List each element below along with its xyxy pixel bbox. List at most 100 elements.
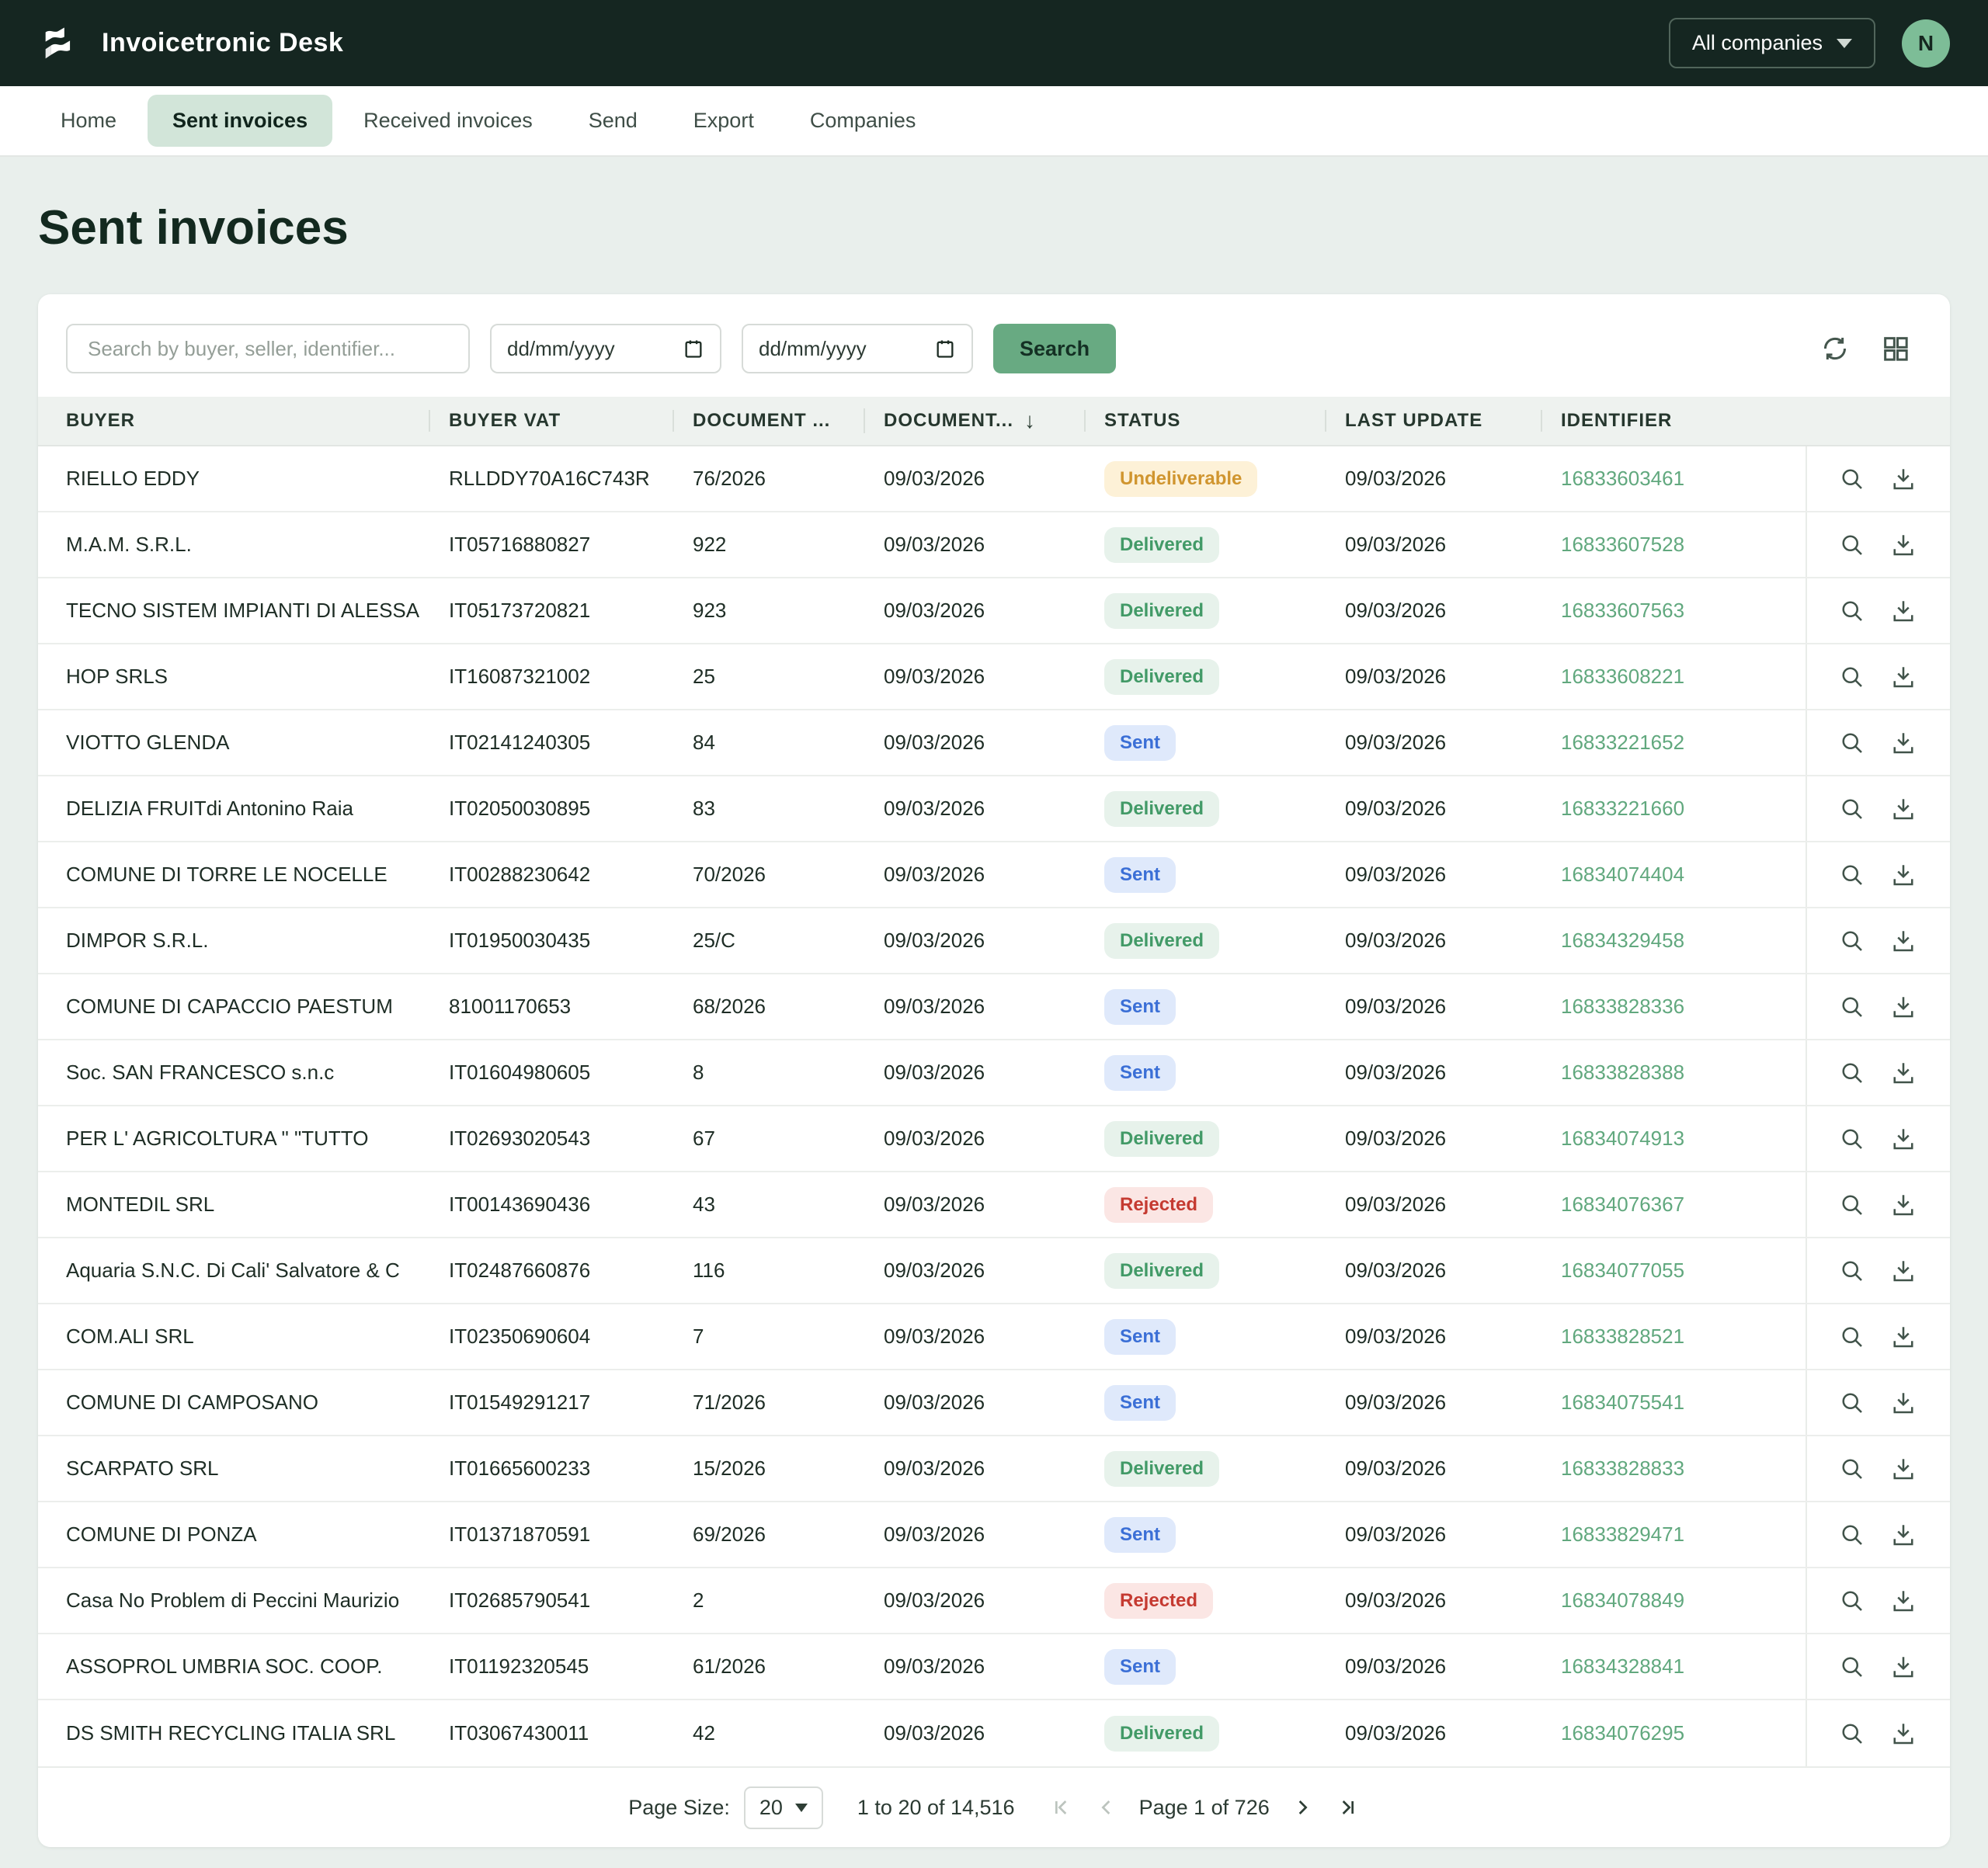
identifier-link[interactable]: 16834328841 bbox=[1541, 1654, 1806, 1679]
status-cell: Delivered bbox=[1084, 1253, 1325, 1289]
download-icon[interactable] bbox=[1889, 993, 1917, 1021]
status-badge: Rejected bbox=[1104, 1187, 1213, 1223]
status-cell: Sent bbox=[1084, 857, 1325, 893]
document-number-cell: 69/2026 bbox=[673, 1523, 864, 1547]
document-number-cell: 116 bbox=[673, 1259, 864, 1283]
view-details-magnifier-icon[interactable] bbox=[1838, 729, 1866, 757]
view-details-magnifier-icon[interactable] bbox=[1838, 663, 1866, 691]
view-details-magnifier-icon[interactable] bbox=[1838, 1257, 1866, 1285]
nav-item-home[interactable]: Home bbox=[36, 95, 141, 147]
column-header-buyer[interactable]: BUYER bbox=[66, 410, 429, 432]
download-icon[interactable] bbox=[1889, 1455, 1917, 1483]
nav-item-received-invoices[interactable]: Received invoices bbox=[339, 95, 558, 147]
download-icon[interactable] bbox=[1889, 1521, 1917, 1549]
identifier-link[interactable]: 16833828388 bbox=[1541, 1061, 1806, 1085]
download-icon[interactable] bbox=[1889, 1257, 1917, 1285]
view-details-magnifier-icon[interactable] bbox=[1838, 1521, 1866, 1549]
identifier-link[interactable]: 16834076295 bbox=[1541, 1721, 1806, 1745]
view-details-magnifier-icon[interactable] bbox=[1838, 795, 1866, 823]
download-icon[interactable] bbox=[1889, 927, 1917, 955]
columns-grid-icon[interactable] bbox=[1880, 333, 1911, 364]
column-header-document-number[interactable]: DOCUMENT ... bbox=[673, 410, 864, 432]
view-details-magnifier-icon[interactable] bbox=[1838, 1191, 1866, 1219]
document-date-cell: 09/03/2026 bbox=[864, 1588, 1084, 1613]
download-icon[interactable] bbox=[1889, 1720, 1917, 1748]
document-number-cell: 8 bbox=[673, 1061, 864, 1085]
view-details-magnifier-icon[interactable] bbox=[1838, 597, 1866, 625]
view-details-magnifier-icon[interactable] bbox=[1838, 927, 1866, 955]
download-icon[interactable] bbox=[1889, 795, 1917, 823]
column-header-document-date[interactable]: DOCUMENT... ↓ bbox=[864, 408, 1084, 433]
table-footer: Page Size: 20 1 to 20 of 14,516 bbox=[38, 1766, 1950, 1847]
download-icon[interactable] bbox=[1889, 1323, 1917, 1351]
identifier-link[interactable]: 16834075541 bbox=[1541, 1391, 1806, 1415]
identifier-link[interactable]: 16834077055 bbox=[1541, 1259, 1806, 1283]
download-icon[interactable] bbox=[1889, 729, 1917, 757]
identifier-link[interactable]: 16834074913 bbox=[1541, 1127, 1806, 1151]
identifier-link[interactable]: 16834074404 bbox=[1541, 863, 1806, 887]
identifier-link[interactable]: 16833603461 bbox=[1541, 467, 1806, 491]
download-icon[interactable] bbox=[1889, 1653, 1917, 1681]
identifier-link[interactable]: 16833607563 bbox=[1541, 599, 1806, 623]
buyer-vat-cell: IT01549291217 bbox=[429, 1391, 673, 1415]
download-icon[interactable] bbox=[1889, 1191, 1917, 1219]
company-switcher[interactable]: All companies bbox=[1669, 18, 1875, 68]
buyer-vat-cell: IT01950030435 bbox=[429, 929, 673, 953]
nav-item-export[interactable]: Export bbox=[669, 95, 779, 147]
download-icon[interactable] bbox=[1889, 861, 1917, 889]
identifier-link[interactable]: 16834078849 bbox=[1541, 1588, 1806, 1613]
column-header-identifier[interactable]: IDENTIFIER bbox=[1541, 410, 1806, 432]
view-details-magnifier-icon[interactable] bbox=[1838, 1059, 1866, 1087]
date-from-field[interactable]: dd/mm/yyyy bbox=[490, 324, 721, 373]
avatar[interactable]: N bbox=[1902, 19, 1950, 68]
identifier-link[interactable]: 16833828521 bbox=[1541, 1325, 1806, 1349]
view-details-magnifier-icon[interactable] bbox=[1838, 1587, 1866, 1615]
view-details-magnifier-icon[interactable] bbox=[1838, 1455, 1866, 1483]
refresh-icon[interactable] bbox=[1819, 333, 1851, 364]
identifier-link[interactable]: 16833221660 bbox=[1541, 797, 1806, 821]
view-details-magnifier-icon[interactable] bbox=[1838, 1720, 1866, 1748]
view-details-magnifier-icon[interactable] bbox=[1838, 1125, 1866, 1153]
previous-page-button[interactable] bbox=[1094, 1795, 1119, 1820]
view-details-magnifier-icon[interactable] bbox=[1838, 1389, 1866, 1417]
column-header-status[interactable]: STATUS bbox=[1084, 410, 1325, 432]
next-page-button[interactable] bbox=[1290, 1795, 1315, 1820]
document-date-cell: 09/03/2026 bbox=[864, 1259, 1084, 1283]
last-page-button[interactable] bbox=[1335, 1795, 1360, 1820]
page-size-select[interactable]: 20 bbox=[744, 1786, 823, 1829]
document-date-cell: 09/03/2026 bbox=[864, 797, 1084, 821]
identifier-link[interactable]: 16834329458 bbox=[1541, 929, 1806, 953]
identifier-link[interactable]: 16834076367 bbox=[1541, 1193, 1806, 1217]
date-to-field[interactable]: dd/mm/yyyy bbox=[742, 324, 973, 373]
download-icon[interactable] bbox=[1889, 1059, 1917, 1087]
view-details-magnifier-icon[interactable] bbox=[1838, 993, 1866, 1021]
download-icon[interactable] bbox=[1889, 1389, 1917, 1417]
download-icon[interactable] bbox=[1889, 531, 1917, 559]
view-details-magnifier-icon[interactable] bbox=[1838, 1653, 1866, 1681]
column-header-buyer-vat[interactable]: BUYER VAT bbox=[429, 410, 673, 432]
download-icon[interactable] bbox=[1889, 465, 1917, 493]
view-details-magnifier-icon[interactable] bbox=[1838, 465, 1866, 493]
document-date-cell: 09/03/2026 bbox=[864, 863, 1084, 887]
search-input[interactable] bbox=[66, 324, 470, 373]
nav-item-companies[interactable]: Companies bbox=[785, 95, 941, 147]
search-button[interactable]: Search bbox=[993, 324, 1116, 373]
identifier-link[interactable]: 16833829471 bbox=[1541, 1523, 1806, 1547]
download-icon[interactable] bbox=[1889, 1125, 1917, 1153]
identifier-link[interactable]: 16833607528 bbox=[1541, 533, 1806, 557]
view-details-magnifier-icon[interactable] bbox=[1838, 531, 1866, 559]
identifier-link[interactable]: 16833828833 bbox=[1541, 1457, 1806, 1481]
download-icon[interactable] bbox=[1889, 597, 1917, 625]
buyer-vat-cell: IT01604980605 bbox=[429, 1061, 673, 1085]
download-icon[interactable] bbox=[1889, 1587, 1917, 1615]
view-details-magnifier-icon[interactable] bbox=[1838, 861, 1866, 889]
first-page-button[interactable] bbox=[1049, 1795, 1074, 1820]
nav-item-sent-invoices[interactable]: Sent invoices bbox=[148, 95, 332, 147]
identifier-link[interactable]: 16833828336 bbox=[1541, 995, 1806, 1019]
identifier-link[interactable]: 16833608221 bbox=[1541, 665, 1806, 689]
column-header-last-update[interactable]: LAST UPDATE bbox=[1325, 410, 1541, 432]
identifier-link[interactable]: 16833221652 bbox=[1541, 731, 1806, 755]
download-icon[interactable] bbox=[1889, 663, 1917, 691]
nav-item-send[interactable]: Send bbox=[564, 95, 662, 147]
view-details-magnifier-icon[interactable] bbox=[1838, 1323, 1866, 1351]
